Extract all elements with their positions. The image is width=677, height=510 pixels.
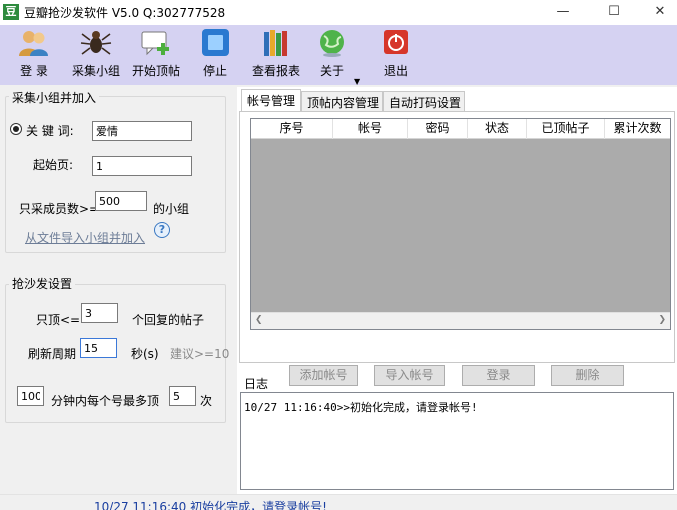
column-header[interactable]: 已顶帖子	[527, 119, 605, 139]
keyword-label: 关 键 词:	[26, 124, 74, 138]
accounts-table: 序号 帐号 密码 状态 已顶帖子 累计次数 ❮ ❯	[250, 118, 671, 330]
keyword-radio[interactable]	[10, 123, 22, 135]
about-button[interactable]: 关于	[312, 28, 352, 82]
status-text: 10/27 11:16:40 初始化完成，请登录帐号!	[94, 500, 327, 510]
refresh-unit: 秒(s)	[131, 347, 159, 361]
tab-content-management[interactable]: 顶帖内容管理	[301, 91, 383, 111]
limit-count-input[interactable]	[169, 386, 196, 406]
import-groups-link[interactable]: 从文件导入小组并加入	[25, 229, 145, 246]
log-box[interactable]: 10/27 11:16:40>>初始化完成，请登录帐号!	[240, 392, 674, 490]
tab-account-management[interactable]: 帐号管理	[241, 89, 301, 112]
column-header[interactable]: 状态	[468, 119, 527, 139]
collect-groups-button[interactable]: 采集小组	[67, 28, 125, 82]
users-login-icon	[19, 31, 48, 56]
chevron-down-icon[interactable]: ▼	[354, 77, 360, 86]
close-button[interactable]: ✕	[637, 0, 677, 25]
exit-button[interactable]: 退出	[378, 28, 414, 82]
start-page-label: 起始页:	[33, 158, 74, 172]
settings-pane: 采集小组并加入 关 键 词: 起始页: 只采成员数>= 的小组 从文件导入小组并…	[0, 87, 237, 494]
books-report-icon	[264, 30, 287, 56]
window-title: 豆瓣抢沙发软件 V5.0 Q:302777528	[24, 6, 226, 20]
toolbar-label: 采集小组	[71, 64, 120, 78]
main-pane: 帐号管理 顶帖内容管理 自动打码设置 序号 帐号 密码 状态 已顶帖子 累计次数…	[237, 87, 677, 494]
limit-minutes-input[interactable]	[17, 386, 44, 406]
spider-icon	[80, 31, 112, 55]
globe-icon	[320, 30, 344, 57]
log-line: 10/27 11:16:40>>初始化完成，请登录帐号!	[244, 401, 478, 414]
toolbar-label: 开始顶帖	[131, 64, 180, 78]
horizontal-scrollbar[interactable]: ❮ ❯	[251, 312, 670, 329]
table-header: 序号 帐号 密码 状态 已顶帖子 累计次数	[251, 119, 670, 139]
delete-account-button[interactable]: 删除	[551, 365, 624, 386]
column-header[interactable]: 密码	[408, 119, 468, 139]
min-members-label: 只采成员数>=	[19, 202, 100, 216]
login-toolbar-button[interactable]: 登 录	[8, 28, 60, 82]
maximize-button[interactable]: ☐	[591, 0, 637, 25]
login-account-button[interactable]: 登录	[462, 365, 535, 386]
column-header[interactable]: 累计次数	[605, 119, 670, 139]
refresh-input[interactable]	[80, 338, 117, 358]
column-header[interactable]: 序号	[251, 119, 333, 139]
title-bar: 豆 豆瓣抢沙发软件 V5.0 Q:302777528 — ☐ ✕	[0, 0, 677, 25]
limit-label: 分钟内每个号最多顶	[51, 394, 160, 408]
only-top-input[interactable]	[81, 303, 118, 323]
comment-add-icon	[141, 31, 169, 56]
only-top-label: 只顶<=	[36, 313, 81, 327]
log-title: 日志	[244, 377, 269, 391]
only-top-suffix: 个回复的帖子	[132, 313, 205, 327]
limit-suffix: 次	[200, 394, 213, 408]
min-members-suffix: 的小组	[153, 202, 190, 216]
toolbar-label: 查看报表	[251, 64, 300, 78]
scroll-right-icon[interactable]: ❯	[658, 315, 666, 325]
stop-button[interactable]: 停止	[195, 28, 235, 82]
column-header[interactable]: 帐号	[333, 119, 408, 139]
toolbar-label: 退出	[383, 64, 408, 78]
start-page-input[interactable]	[92, 156, 192, 176]
account-tab-panel: 序号 帐号 密码 状态 已顶帖子 累计次数 ❮ ❯ 添加帐号 导入帐号 登录 删…	[239, 111, 675, 386]
status-bar: 10/27 11:16:40 初始化完成，请登录帐号!	[0, 494, 677, 510]
scroll-left-icon[interactable]: ❮	[255, 315, 263, 325]
min-members-input[interactable]	[95, 191, 147, 211]
tab-captcha-settings[interactable]: 自动打码设置	[383, 91, 465, 111]
toolbar-label: 关于	[319, 64, 344, 78]
toolbar-label: 登 录	[20, 64, 48, 78]
toolbar-label: 停止	[202, 64, 227, 78]
view-report-button[interactable]: 查看报表	[248, 28, 304, 82]
refresh-hint: 建议>=10	[170, 347, 230, 361]
stop-icon	[202, 29, 229, 56]
refresh-label: 刷新周期	[28, 347, 77, 361]
minimize-button[interactable]: —	[540, 0, 586, 25]
power-icon	[384, 30, 408, 54]
help-icon[interactable]: ?	[154, 222, 170, 238]
import-account-button[interactable]: 导入帐号	[374, 365, 445, 386]
app-icon: 豆	[3, 4, 19, 20]
toolbar: 登 录 采集小组 开始顶帖 停止 查看报表 关于 ▼ 退出	[0, 25, 677, 86]
section-title: 采集小组并加入	[9, 89, 100, 106]
keyword-input[interactable]	[92, 121, 192, 141]
start-bump-button[interactable]: 开始顶帖	[130, 28, 182, 82]
add-account-button[interactable]: 添加帐号	[289, 365, 358, 386]
section-title: 抢沙发设置	[9, 275, 76, 292]
